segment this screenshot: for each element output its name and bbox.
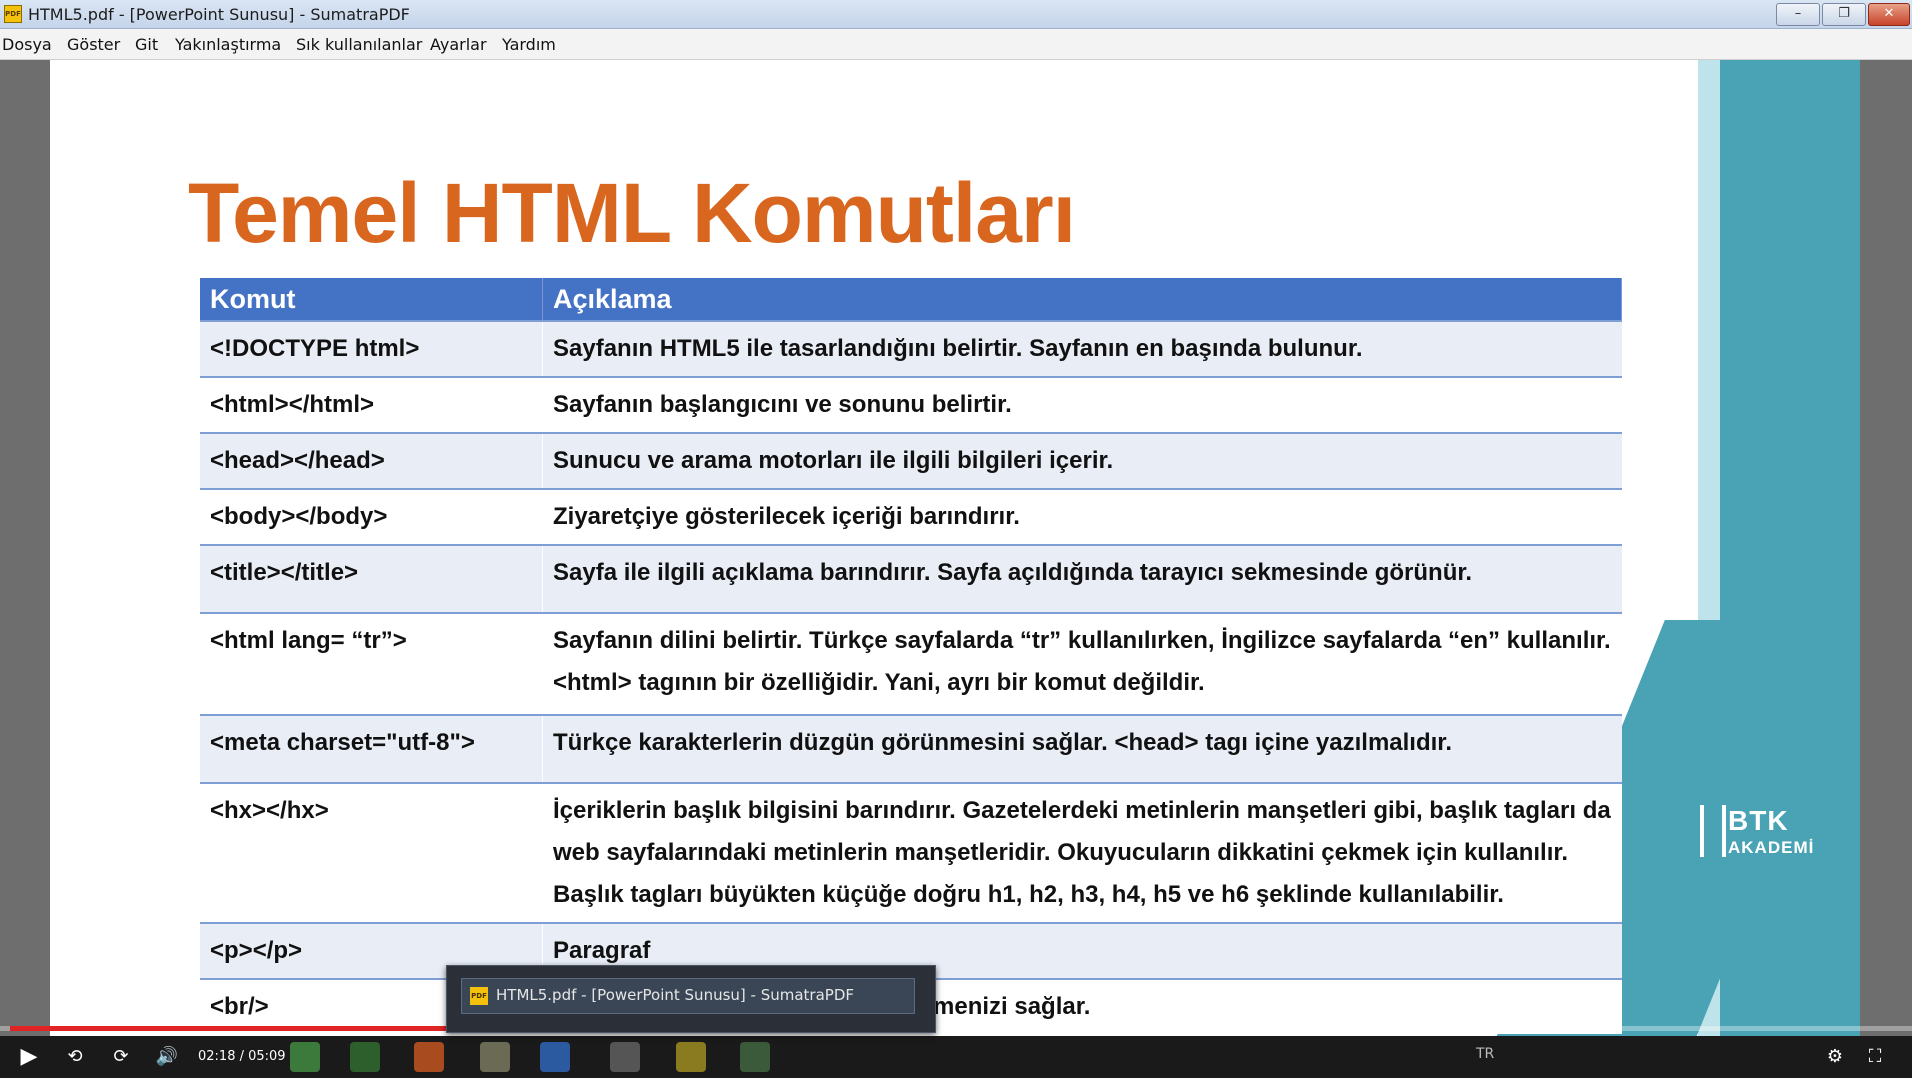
menu-yardim[interactable]: Yardım <box>502 35 556 54</box>
menu-yakinlastirma[interactable]: Yakınlaştırma <box>175 35 281 54</box>
menu-dosya[interactable]: Dosya <box>2 35 52 54</box>
table-row: <head></head> Sunucu ve arama motorları … <box>200 432 1622 489</box>
firefox-icon[interactable] <box>414 1042 444 1072</box>
window-titlebar: PDF HTML5.pdf - [PowerPoint Sunusu] - Su… <box>0 0 1912 29</box>
sumatrapdf-taskbar-icon[interactable] <box>676 1042 706 1072</box>
description-cell: Sayfa ile ilgili açıklama barındırır. Sa… <box>542 544 1622 613</box>
taskbar-preview-label: HTML5.pdf - [PowerPoint Sunusu] - Sumatr… <box>496 986 855 1004</box>
app-icon[interactable] <box>350 1042 380 1072</box>
command-cell: <html lang= “tr”> <box>200 612 543 715</box>
column-header-aciklama: Açıklama <box>542 278 1622 321</box>
vscode-icon[interactable] <box>540 1042 570 1072</box>
close-button[interactable]: ✕ <box>1868 3 1910 26</box>
close-icon: ✕ <box>1883 6 1895 21</box>
taskbar-preview-item[interactable]: PDF HTML5.pdf - [PowerPoint Sunusu] - Su… <box>461 978 915 1014</box>
menu-ayarlar[interactable]: Ayarlar <box>430 35 487 54</box>
video-player-controls <box>0 1036 1912 1078</box>
maximize-button[interactable]: ❐ <box>1822 3 1866 26</box>
sumatrapdf-icon: PDF <box>4 5 22 23</box>
language-indicator[interactable]: TR <box>1476 1046 1494 1062</box>
minimize-icon: – <box>1794 6 1802 21</box>
volume-icon[interactable]: 🔊 <box>152 1046 182 1067</box>
play-icon[interactable]: ▶ <box>14 1044 44 1069</box>
minimize-button[interactable]: – <box>1776 3 1820 26</box>
notepad-icon[interactable] <box>480 1042 510 1072</box>
description-cell: Türkçe karakterlerin düzgün görünmesini … <box>542 714 1622 783</box>
sumatrapdf-icon: PDF <box>470 987 488 1005</box>
forward-icon[interactable]: ⟳ <box>106 1046 136 1067</box>
description-cell: Ziyaretçiye gösterilecek içeriği barındı… <box>542 488 1622 545</box>
menu-git[interactable]: Git <box>135 35 158 54</box>
description-cell: Sayfanın dilini belirtir. Türkçe sayfala… <box>542 612 1622 715</box>
commands-table: Komut Açıklama <!DOCTYPE html> Sayfanın … <box>200 278 1622 1034</box>
command-cell: <title></title> <box>200 544 543 613</box>
logo-mark <box>1700 805 1726 857</box>
description-cell: İçeriklerin başlık bilgisini barındırır.… <box>542 782 1622 923</box>
table-row: <html></html> Sayfanın başlangıcını ve s… <box>200 376 1622 433</box>
video-time: 02:18 / 05:09 <box>198 1049 286 1064</box>
logo-subtext: AKADEMİ <box>1728 838 1815 857</box>
table-row: <meta charset="utf-8"> Türkçe karakterle… <box>200 714 1622 783</box>
settings-icon[interactable]: ⚙ <box>1820 1046 1850 1067</box>
restore-icon: ❐ <box>1838 6 1850 21</box>
description-cell: Sunucu ve arama motorları ile ilgili bil… <box>542 432 1622 489</box>
table-row: <body></body> Ziyaretçiye gösterilecek i… <box>200 488 1622 545</box>
description-text: menizi sağlar. <box>933 993 1091 1020</box>
btk-akademi-logo: BTK AKADEMİ <box>1700 805 1840 865</box>
taskbar-preview-popup: PDF HTML5.pdf - [PowerPoint Sunusu] - Su… <box>446 965 936 1033</box>
table-row: <hx></hx> İçeriklerin başlık bilgisini b… <box>200 782 1622 923</box>
app-icon[interactable] <box>740 1042 770 1072</box>
explorer-icon[interactable] <box>610 1042 640 1072</box>
slide-title: Temel HTML Komutları <box>188 166 1076 260</box>
description-cell: Sayfanın HTML5 ile tasarlandığını belirt… <box>542 320 1622 377</box>
chrome-icon[interactable] <box>290 1042 320 1072</box>
logo-text: BTK <box>1728 805 1789 836</box>
fullscreen-icon[interactable]: ⛶ <box>1860 1046 1890 1067</box>
command-cell: <head></head> <box>200 432 543 489</box>
menu-goster[interactable]: Göster <box>67 35 120 54</box>
window-title: HTML5.pdf - [PowerPoint Sunusu] - Sumatr… <box>28 5 410 24</box>
menu-bar: Dosya Göster Git Yakınlaştırma Sık kulla… <box>0 29 1912 60</box>
command-cell: <body></body> <box>200 488 543 545</box>
column-header-komut: Komut <box>200 278 543 321</box>
pdf-page: BTK AKADEMİ Temel HTML Komutları Komut A… <box>50 60 1860 1036</box>
command-cell: <hx></hx> <box>200 782 543 923</box>
table-header-row: Komut Açıklama <box>200 278 1622 321</box>
table-row: <html lang= “tr”> Sayfanın dilini belirt… <box>200 612 1622 715</box>
table-row: <!DOCTYPE html> Sayfanın HTML5 ile tasar… <box>200 320 1622 377</box>
command-cell: <meta charset="utf-8"> <box>200 714 543 783</box>
table-row: <title></title> Sayfa ile ilgili açıklam… <box>200 544 1622 613</box>
command-cell: <!DOCTYPE html> <box>200 320 543 377</box>
menu-sik-kullanilanlar[interactable]: Sık kullanılanlar <box>296 35 422 54</box>
rewind-icon[interactable]: ⟲ <box>60 1046 90 1067</box>
description-cell: Sayfanın başlangıcını ve sonunu belirtir… <box>542 376 1622 433</box>
command-cell: <html></html> <box>200 376 543 433</box>
